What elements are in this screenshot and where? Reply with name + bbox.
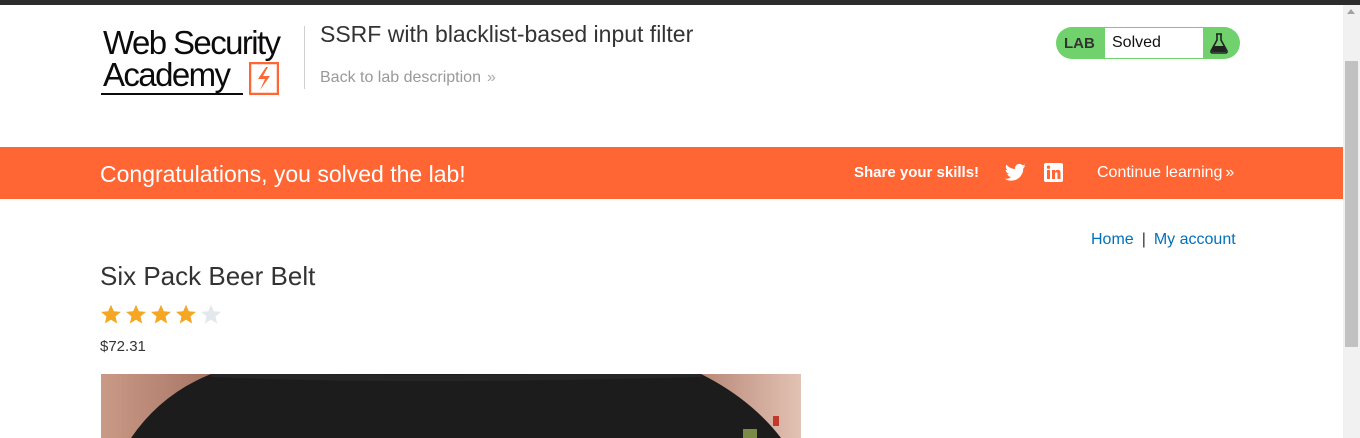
logo-underline xyxy=(101,93,243,95)
double-chevron-right-icon: » xyxy=(1225,164,1235,181)
linkedin-icon[interactable] xyxy=(1044,163,1063,182)
academy-logo[interactable]: Web Security Academy xyxy=(101,24,301,98)
lab-status-tag: LAB xyxy=(1064,35,1095,52)
product-rating xyxy=(100,304,222,326)
back-link-label: Back to lab description xyxy=(320,69,481,86)
lab-title: SSRF with blacklist-based input filter xyxy=(320,21,694,47)
solved-message: Congratulations, you solved the lab! xyxy=(100,161,466,187)
flask-icon xyxy=(1210,33,1228,54)
solved-banner: Congratulations, you solved the lab! Sha… xyxy=(0,147,1343,199)
continue-learning-label: Continue learning xyxy=(1097,164,1223,181)
star-filled-icon xyxy=(126,304,146,324)
nav-home-link[interactable]: Home xyxy=(1091,231,1134,248)
vertical-scrollbar[interactable] xyxy=(1343,5,1360,438)
double-chevron-right-icon: » xyxy=(486,69,496,86)
top-nav: Home | My account xyxy=(1091,231,1236,249)
star-filled-icon xyxy=(176,304,196,324)
nav-my-account-link[interactable]: My account xyxy=(1154,231,1236,248)
logo-text-line2: Academy xyxy=(103,56,231,93)
window-top-border xyxy=(0,0,1360,5)
product-image xyxy=(101,374,801,438)
product-title: Six Pack Beer Belt xyxy=(100,261,316,291)
twitter-icon[interactable] xyxy=(1005,163,1026,182)
product-price: $72.31 xyxy=(100,338,146,355)
scrollbar-thumb[interactable] xyxy=(1345,61,1358,347)
nav-separator: | xyxy=(1141,231,1146,248)
share-label: Share your skills! xyxy=(854,164,980,181)
star-filled-icon xyxy=(151,304,171,324)
product-photo-graphic xyxy=(101,374,801,438)
back-to-description-link[interactable]: Back to lab description » xyxy=(320,69,496,87)
star-filled-icon xyxy=(101,304,121,324)
scroll-up-arrow-icon[interactable] xyxy=(1347,9,1355,14)
continue-learning-link[interactable]: Continue learning» xyxy=(1097,164,1234,182)
header-divider xyxy=(304,26,305,89)
star-empty-icon xyxy=(201,304,221,324)
lab-status-widget: LAB Solved xyxy=(1056,27,1240,59)
lab-status-value: Solved xyxy=(1105,28,1203,58)
logo-lightning-icon xyxy=(249,62,279,95)
